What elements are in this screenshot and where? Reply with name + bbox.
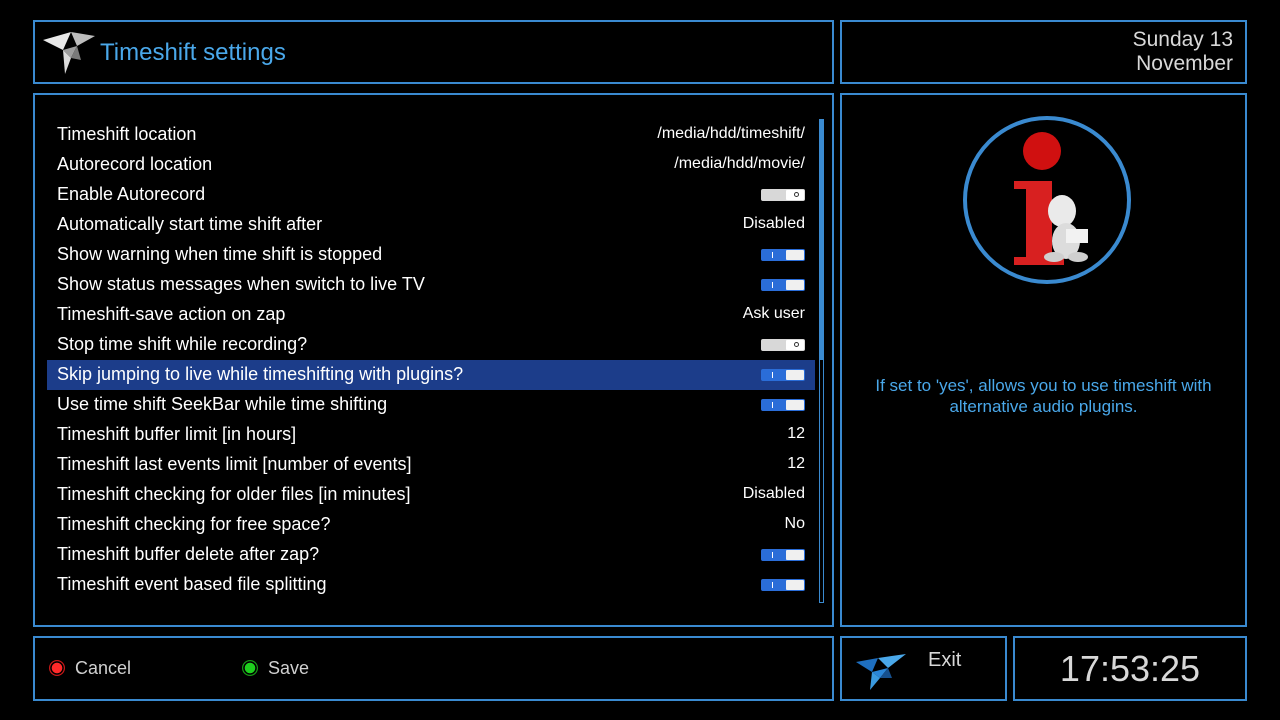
setting-value: Disabled — [742, 485, 805, 502]
toggle-on-mark-icon — [772, 252, 773, 258]
toggle-switch[interactable] — [761, 549, 805, 561]
setting-row[interactable]: Timeshift checking for free space? No — [47, 510, 815, 540]
setting-value: 12 — [787, 455, 805, 472]
setting-row[interactable]: Use time shift SeekBar while time shifti… — [47, 390, 815, 420]
setting-label: Timeshift-save action on zap — [57, 304, 286, 324]
toggle-on-mark-icon — [772, 582, 773, 588]
setting-label: Automatically start time shift after — [57, 214, 323, 234]
toggle-off-mark-icon — [794, 342, 799, 347]
setting-row[interactable]: Stop time shift while recording? — [47, 330, 815, 360]
setting-row[interactable]: Skip jumping to live while timeshifting … — [47, 360, 815, 390]
page-title: Timeshift settings — [100, 39, 286, 66]
toggle-switch[interactable] — [761, 189, 805, 201]
exit-label: Exit — [928, 649, 962, 671]
setting-value: /media/hdd/timeshift/ — [657, 125, 805, 142]
setting-row[interactable]: Timeshift event based file splitting — [47, 570, 815, 600]
toggle-knob — [786, 550, 804, 560]
setting-row[interactable]: Show status messages when switch to live… — [47, 270, 815, 300]
red-button-icon — [49, 660, 65, 676]
info-panel: If set to 'yes', allows you to use times… — [840, 93, 1247, 627]
setting-value: Ask user — [742, 305, 805, 322]
toggle-switch[interactable] — [761, 399, 805, 411]
toggle-on-mark-icon — [772, 282, 773, 288]
toggle-on-mark-icon — [772, 372, 773, 378]
setting-row[interactable]: Timeshift buffer delete after zap? — [47, 540, 815, 570]
bird-logo-icon — [43, 32, 95, 74]
setting-value: Disabled — [742, 215, 805, 232]
setting-row[interactable]: Timeshift last events limit [number of e… — [47, 450, 815, 480]
date-display: Sunday 13 November — [1033, 28, 1233, 76]
toggle-on-mark-icon — [772, 402, 773, 408]
toggle-knob — [786, 370, 804, 380]
setting-value: /media/hdd/movie/ — [674, 155, 805, 172]
toggle-knob — [786, 250, 804, 260]
setting-value: No — [784, 515, 805, 532]
setting-label: Autorecord location — [57, 154, 213, 174]
setting-label: Timeshift location — [57, 124, 197, 144]
toggle-switch[interactable] — [761, 249, 805, 261]
setting-label: Timeshift checking for free space? — [57, 514, 331, 534]
header-panel: Timeshift settings — [33, 20, 834, 84]
setting-label: Stop time shift while recording? — [57, 334, 308, 354]
setting-label: Timeshift last events limit [number of e… — [57, 454, 412, 474]
setting-row[interactable]: Show warning when time shift is stopped — [47, 240, 815, 270]
setting-row[interactable]: Timeshift buffer limit [in hours] 12 — [47, 420, 815, 450]
setting-row[interactable]: Timeshift checking for older files [in m… — [47, 480, 815, 510]
setting-value: 12 — [787, 425, 805, 442]
setting-label: Timeshift checking for older files [in m… — [57, 484, 411, 504]
settings-list: Timeshift location/media/hdd/timeshift/A… — [33, 93, 834, 627]
setting-label: Timeshift buffer delete after zap? — [57, 544, 320, 564]
date-day: Sunday 13 — [1132, 28, 1233, 51]
date-month: November — [1136, 52, 1233, 75]
save-label: Save — [268, 658, 310, 678]
info-description: If set to 'yes', allows you to use times… — [875, 376, 1212, 416]
exit-button[interactable]: Exit — [840, 636, 1007, 701]
bird-logo-icon — [856, 654, 906, 690]
date-panel: Sunday 13 November — [840, 20, 1247, 84]
setting-label: Timeshift event based file splitting — [57, 574, 327, 594]
scrollbar[interactable] — [819, 119, 824, 603]
scrollbar-thumb[interactable] — [820, 120, 823, 360]
setting-row[interactable]: Timeshift-save action on zap Ask user — [47, 300, 815, 330]
setting-row[interactable]: Automatically start time shift after Disa… — [47, 210, 815, 240]
toggle-knob — [786, 580, 804, 590]
cancel-label: Cancel — [75, 658, 132, 678]
setting-label: Enable Autorecord — [57, 184, 206, 204]
toggle-switch[interactable] — [761, 339, 805, 351]
green-button-icon — [242, 660, 258, 676]
info-icon — [963, 116, 1131, 284]
toggle-knob — [786, 400, 804, 410]
toggle-knob — [786, 280, 804, 290]
setting-label: Show status messages when switch to live… — [57, 274, 425, 294]
toggle-switch[interactable] — [761, 279, 805, 291]
setting-row[interactable]: Enable Autorecord — [47, 180, 815, 210]
toggle-off-mark-icon — [794, 192, 799, 197]
setting-row[interactable]: Autorecord location/media/hdd/movie/ — [47, 150, 815, 180]
setting-row[interactable]: Timeshift location/media/hdd/timeshift/ — [47, 120, 815, 150]
toggle-on-mark-icon — [772, 552, 773, 558]
toggle-switch[interactable] — [761, 579, 805, 591]
button-bar: Cancel Save — [33, 636, 834, 701]
clock-panel: 17:53:25 — [1013, 636, 1247, 701]
setting-label: Skip jumping to live while timeshifting … — [57, 364, 464, 384]
toggle-switch[interactable] — [761, 369, 805, 381]
clock: 17:53:25 — [1059, 648, 1201, 689]
setting-label: Timeshift buffer limit [in hours] — [57, 424, 297, 444]
setting-label: Use time shift SeekBar while time shifti… — [57, 394, 388, 414]
setting-label: Show warning when time shift is stopped — [57, 244, 383, 264]
